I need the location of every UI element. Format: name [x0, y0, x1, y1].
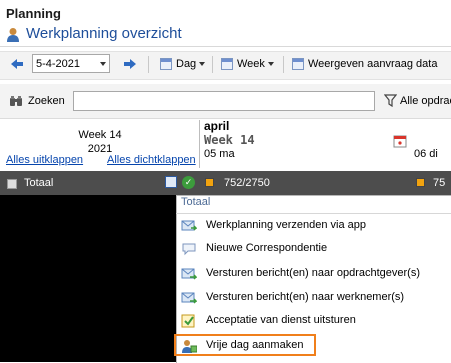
expand-all-link[interactable]: Alles uitklappen [6, 154, 83, 166]
status-square-icon [205, 178, 214, 187]
speech-bubble-icon [182, 243, 196, 256]
next-arrow-icon[interactable] [123, 58, 137, 70]
person-icon [7, 28, 19, 42]
view-week-label: Week [237, 58, 265, 70]
chevron-down-icon [267, 62, 274, 67]
status-square-icon [416, 178, 425, 187]
menu-item-new-correspondence[interactable]: Nieuwe Correspondentie [178, 237, 448, 261]
previous-arrow-icon[interactable] [10, 58, 24, 70]
chevron-down-icon[interactable] [100, 62, 106, 66]
show-requests-button[interactable]: Weergeven aanvraag data [289, 54, 440, 74]
menu-item-label: Versturen bericht(en) naar werknemer(s) [206, 291, 405, 303]
planning-grid-area [0, 195, 176, 362]
app-title: Planning [6, 6, 61, 21]
send-icon [181, 220, 197, 231]
view-day-label: Dag [176, 58, 197, 70]
chevron-down-icon [199, 62, 206, 67]
search-input[interactable] [73, 91, 375, 111]
send-message-icon [181, 268, 197, 280]
week-label: Week 14 [78, 129, 122, 141]
date-picker[interactable]: 5-4-2021 [32, 54, 110, 73]
checkmark-icon: ✓ [182, 176, 195, 189]
calendar-day-icon [393, 135, 407, 148]
view-week-button[interactable]: Week [218, 54, 277, 74]
request-data-icon [292, 58, 304, 71]
collapse-all-link[interactable]: Alles dichtklappen [107, 154, 196, 166]
total-label: Totaal [24, 177, 54, 189]
week-code-label: Week 14 [204, 133, 255, 147]
filter-icon[interactable] [384, 94, 397, 107]
column-divider [199, 120, 200, 168]
binoculars-icon [10, 96, 22, 106]
calendar-week-icon [221, 58, 233, 71]
calendar-icon [160, 58, 172, 71]
menu-item-send-service-acceptance[interactable]: Acceptatie van dienst uitsturen [178, 309, 448, 333]
total-count: 752/2750 [224, 177, 270, 189]
date-value: 5-4-2021 [36, 58, 81, 70]
show-requests-label: Weergeven aanvraag data [308, 58, 438, 70]
menu-item-label: Acceptatie van dienst uitsturen [206, 314, 356, 326]
view-day-button[interactable]: Dag [157, 54, 208, 74]
menu-item-label: Werkplanning verzenden via app [206, 219, 367, 231]
accept-service-icon [181, 314, 195, 328]
menu-item-message-client[interactable]: Versturen bericht(en) naar opdrachtgever… [178, 262, 448, 286]
menu-item-label: Nieuwe Correspondentie [206, 242, 328, 254]
page-title: Werkplanning overzicht [26, 25, 182, 42]
month-label: april [204, 119, 230, 133]
context-menu-title: Totaal [181, 196, 211, 208]
highlight-box [174, 334, 316, 356]
search-label: Zoeken [28, 95, 65, 107]
menu-item-message-employee[interactable]: Versturen bericht(en) naar werknemer(s) [178, 286, 448, 310]
menu-item-label: Versturen bericht(en) naar opdrachtgever… [206, 267, 420, 279]
header-divider [0, 46, 451, 47]
toolbar-separator [212, 56, 213, 73]
total-count-next-day: 75 [433, 177, 446, 189]
filter-dropdown[interactable]: Alle opdrac [400, 95, 451, 107]
grid-view-icon[interactable] [165, 176, 177, 188]
menu-item-send-planning-app[interactable]: Werkplanning verzenden via app [178, 214, 448, 238]
toolbar-separator [283, 56, 284, 73]
day-header-tuesday[interactable]: 06 di [414, 148, 438, 160]
total-checkbox[interactable] [7, 179, 17, 189]
send-message-icon [181, 292, 197, 304]
toolbar-separator [148, 56, 149, 73]
day-header-monday[interactable]: 05 ma [204, 148, 235, 160]
